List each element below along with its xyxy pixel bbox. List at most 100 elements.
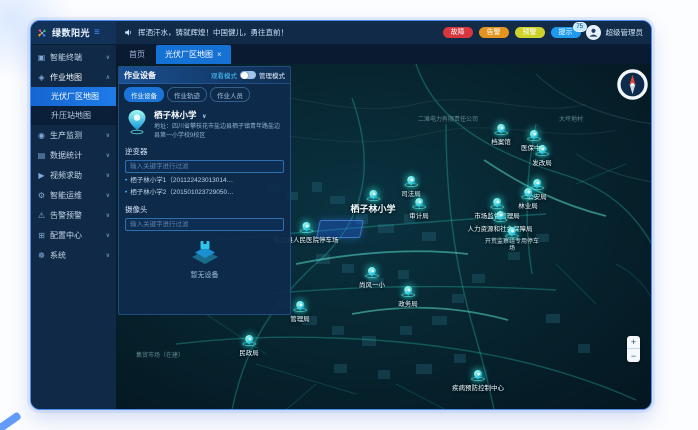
map-zoom-control: + −	[627, 336, 640, 362]
device-list-item[interactable]: 栖子林小学1（201122423013014…	[125, 175, 284, 187]
map-marker-栖子林小学[interactable]: 栖子林小学	[350, 190, 395, 215]
map-marker-管理局[interactable]: 管理局	[290, 301, 310, 323]
ops-icon: ⚙	[37, 191, 46, 200]
mode-label-left[interactable]: 观看模式	[211, 70, 237, 80]
sidebar-subitem-光伏厂区地图[interactable]: 光伏厂区地图	[31, 87, 116, 106]
brand-area: 绿数阳光 ≡	[31, 21, 116, 44]
site-dropdown[interactable]: 栖子林小学 ∨	[154, 109, 284, 121]
chevron-icon: ∨	[106, 152, 110, 159]
monitor-icon: ◉	[37, 131, 46, 140]
tab-pv-map[interactable]: 光伏厂区地图 ×	[156, 45, 231, 64]
marker-label: 栖子林小学	[350, 202, 395, 215]
sidebar-item-作业地图[interactable]: ◈ 作业地图 ∧	[31, 67, 116, 87]
map-canvas[interactable]: 档案馆医保中心发改局公安局林业局司法局审计局市场监督管理局人力资源和社会保障局开…	[116, 64, 651, 410]
site-address: 地址：四川省攀枝花市盐边县栖子镇青年路盐边县第一小学校9校区	[154, 123, 284, 140]
sidebar-item-label: 生产监测	[50, 130, 82, 141]
sidebar-nav: ▣智能终端∨◈作业地图∧光伏厂区地图升压站地图◉生产监测∨▤数据统计∨▶视频求助…	[31, 45, 116, 410]
chevron-icon: ∧	[106, 74, 110, 81]
avatar[interactable]	[586, 25, 601, 40]
map-marker-开荒监察组专用停车场[interactable]: 开荒监察组专用停车场	[484, 227, 540, 253]
config-icon: ⊞	[37, 231, 46, 240]
marker-label: 尚风一小	[359, 279, 385, 289]
map-place-label-二滩电力有限责任公司: 二滩电力有限责任公司	[418, 114, 478, 123]
user-icon	[588, 27, 599, 38]
chevron-icon: ∨	[106, 232, 110, 239]
map-marker-发改局[interactable]: 发改局	[532, 145, 552, 167]
panel-tab-作业轨迹[interactable]: 作业轨迹	[167, 87, 207, 102]
marker-label: 发改局	[532, 157, 552, 167]
map-marker-民政局[interactable]: 民政局	[239, 335, 259, 357]
section-label-camera: 摄像头	[119, 200, 290, 217]
badge-故障[interactable]: 故障	[443, 27, 473, 38]
inverter-filter-input[interactable]	[125, 160, 284, 173]
badge-预警[interactable]: 预警	[515, 27, 545, 38]
tab-pv-map-label: 光伏厂区地图	[165, 49, 213, 60]
badge-告警[interactable]: 告警	[479, 27, 509, 38]
sidebar-item-智能终端[interactable]: ▣智能终端∨	[31, 47, 116, 67]
content-area: 首页 光伏厂区地图 ×	[116, 45, 651, 410]
camera-empty-state: 暂无设备	[119, 232, 290, 280]
sidebar-item-告警预警[interactable]: ⚠告警预警∨	[31, 205, 116, 225]
sidebar-item-数据统计[interactable]: ▤数据统计∨	[31, 145, 116, 165]
site-name: 栖子林小学	[154, 110, 197, 120]
sidebar-item-label: 作业地图	[50, 72, 82, 83]
map-marker-档案馆[interactable]: 档案馆	[491, 124, 511, 146]
sidebar-item-label: 数据统计	[50, 150, 82, 161]
panel-tab-作业设备[interactable]: 作业设备	[124, 87, 164, 102]
sidebar-item-视频求助[interactable]: ▶ 视频求助 ∨	[31, 165, 116, 185]
tab-close-icon[interactable]: ×	[217, 50, 222, 59]
mode-toggle[interactable]	[240, 71, 256, 79]
sidebar-item-label: 系统	[50, 250, 66, 261]
decorative-edge-wave	[656, 26, 668, 402]
panel-header: 作业设备 观看模式 管理模式	[119, 67, 290, 84]
sidebar-item-智能运维[interactable]: ⚙智能运维∨	[31, 185, 116, 205]
device-list-item[interactable]: 栖子林小学2（201501023729050…	[125, 187, 284, 199]
video-icon: ▶	[37, 171, 46, 180]
map-icon: ◈	[37, 73, 46, 82]
sidebar-item-系统[interactable]: ☸系统∨	[31, 245, 116, 265]
sidebar-item-配置中心[interactable]: ⊞配置中心∨	[31, 225, 116, 245]
map-place-label-大坪地村: 大坪地村	[559, 114, 583, 123]
sidebar-item-生产监测[interactable]: ◉生产监测∨	[31, 125, 116, 145]
sidebar-item-label: 智能终端	[50, 52, 82, 63]
map-marker-司法局[interactable]: 司法局	[401, 176, 421, 198]
mode-label-right[interactable]: 管理模式	[259, 70, 285, 80]
section-label-inverter: 逆变器	[119, 142, 290, 159]
status-badges: 故障告警预警提示75	[443, 27, 581, 38]
app-window: 绿数阳光 ≡ 挥洒汗水，铸就辉煌！中国健儿，勇往直前！ 故障告警预警提示75	[30, 20, 652, 410]
sidebar-item-label: 视频求助	[50, 170, 82, 181]
alarm-icon: ⚠	[37, 211, 46, 220]
chevron-icon: ∨	[106, 252, 110, 259]
sidebar-item-label: 智能运维	[50, 190, 82, 201]
topbar-right: 故障告警预警提示75 超级管理员	[435, 21, 652, 44]
chevron-icon: ∨	[106, 172, 110, 179]
chevron-down-icon: ∨	[202, 114, 207, 120]
chevron-icon: ∨	[106, 212, 110, 219]
compass-widget[interactable]	[617, 69, 648, 100]
badge-提示[interactable]: 提示75	[551, 27, 581, 38]
zoom-out-button[interactable]: −	[627, 349, 640, 362]
map-marker-审计局[interactable]: 审计局	[409, 198, 429, 220]
marker-label: 司法局	[401, 188, 421, 198]
map-marker-政务局[interactable]: 政务局	[398, 286, 418, 308]
map-marker-疾病预防控制中心[interactable]: 疾病预防控制中心	[452, 370, 504, 392]
tab-bar: 首页 光伏厂区地图 ×	[116, 45, 651, 64]
marker-label: 民政局	[239, 347, 259, 357]
menu-collapse-icon[interactable]: ≡	[94, 28, 100, 38]
panel-tab-作业人员[interactable]: 作业人员	[210, 87, 250, 102]
speaker-icon	[124, 28, 133, 37]
map-place-label-集贸市场（在建）: 集贸市场（在建）	[136, 350, 184, 359]
compass-icon	[617, 69, 648, 100]
map-marker-林业局[interactable]: 林业局	[518, 188, 538, 210]
username[interactable]: 超级管理员	[606, 27, 644, 38]
map-marker-尚风一小[interactable]: 尚风一小	[359, 267, 385, 289]
badge-count: 75	[573, 22, 587, 32]
marker-label: 疾病预防控制中心	[452, 382, 504, 392]
camera-filter-input[interactable]	[125, 218, 284, 231]
sidebar-subitem-升压站地图[interactable]: 升压站地图	[31, 106, 116, 125]
site-selector-row: 栖子林小学 ∨ 地址：四川省攀枝花市盐边县栖子镇青年路盐边县第一小学校9校区	[119, 105, 290, 142]
panel-title: 作业设备	[124, 70, 156, 81]
decorative-corner-tick	[0, 411, 22, 430]
zoom-in-button[interactable]: +	[627, 336, 640, 349]
tab-home[interactable]: 首页	[120, 45, 154, 64]
